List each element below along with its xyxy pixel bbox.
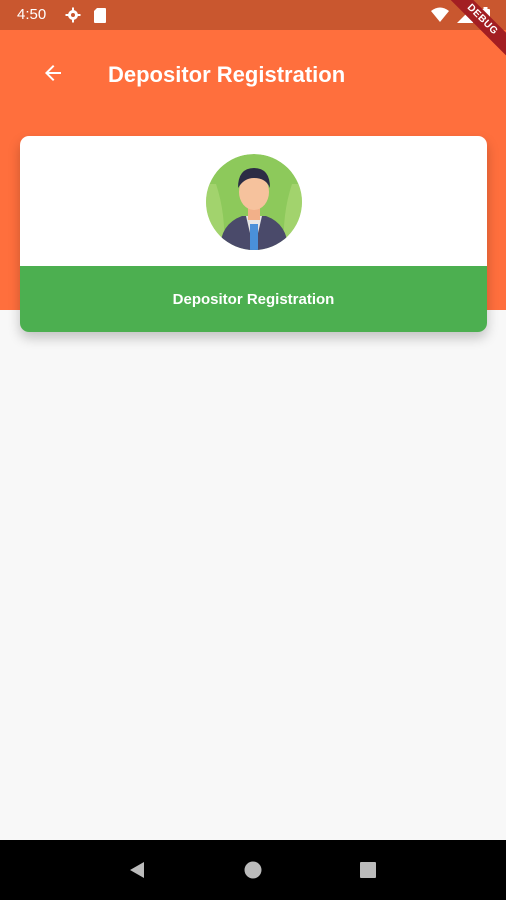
nav-home-button[interactable] [238,855,268,885]
recents-square-icon [360,862,377,878]
nav-recents-button[interactable] [353,855,383,885]
status-icons-left [65,7,107,28]
depositor-registration-card[interactable]: Depositor Registration [20,136,487,332]
navigation-bar [0,840,506,900]
wifi-icon [431,7,449,28]
user-avatar-icon [206,154,302,250]
settings-icon [65,7,81,28]
home-circle-icon [244,861,262,879]
nav-back-button[interactable] [123,855,153,885]
depositor-registration-button[interactable]: Depositor Registration [20,266,487,332]
status-bar: 4:50 [0,0,506,30]
arrow-back-icon [41,61,65,90]
page-title: Depositor Registration [108,62,346,87]
back-triangle-icon [129,862,144,878]
sd-card-icon [93,7,107,28]
status-time: 4:50 [17,6,47,23]
back-button[interactable] [36,58,70,92]
